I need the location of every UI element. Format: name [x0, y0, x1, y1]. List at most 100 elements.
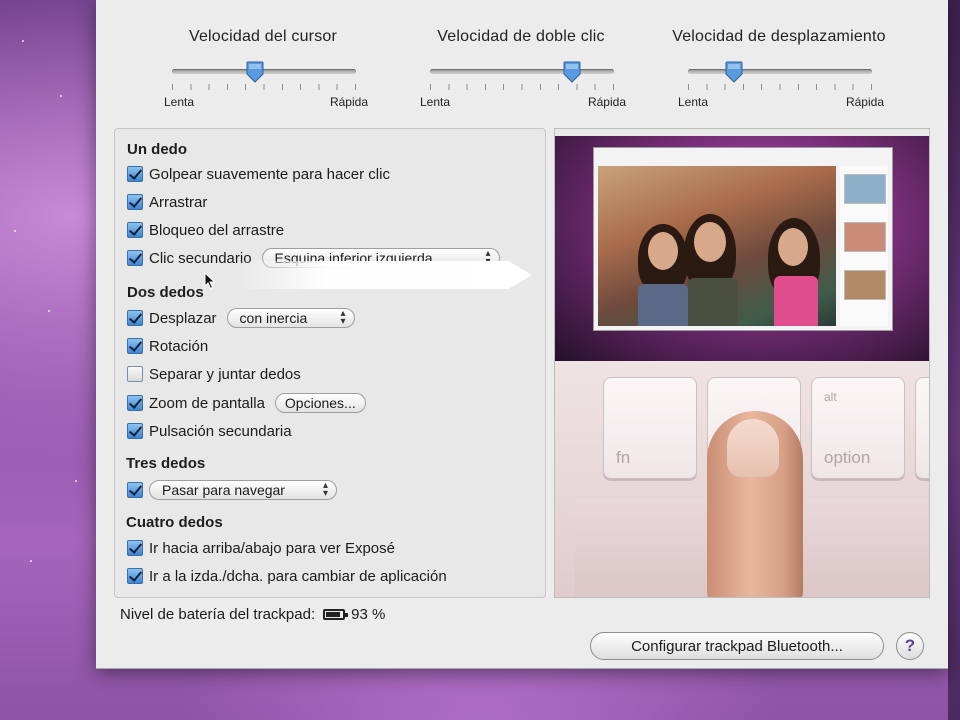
option-label: Rotación [149, 337, 209, 355]
photo-figure [638, 284, 688, 326]
option-label: Ir hacia arriba/abajo para ver Exposé [149, 539, 395, 557]
key-partial [915, 377, 929, 479]
help-button[interactable]: ? [896, 632, 924, 660]
slider-knob[interactable] [725, 61, 743, 83]
checkbox[interactable] [127, 310, 143, 326]
key-label: alt [824, 390, 837, 404]
slider-knob[interactable] [246, 61, 264, 83]
configure-bluetooth-trackpad-button[interactable]: Configurar trackpad Bluetooth... [590, 632, 884, 660]
option-expose[interactable]: Ir hacia arriba/abajo para ver Exposé [127, 537, 395, 559]
preview-thumbnail [844, 174, 886, 204]
preview-photo [598, 166, 836, 326]
checkbox[interactable] [127, 540, 143, 556]
slider-min-label: Lenta [678, 95, 709, 109]
checkbox[interactable] [127, 482, 143, 498]
preview-thumbnail [844, 222, 886, 252]
slider-ticks [430, 84, 614, 90]
battery-status: Nivel de batería del trackpad: 93 % [120, 606, 385, 623]
key-option: alt option [811, 377, 905, 479]
option-secondary-tap[interactable]: Pulsación secundaria [127, 420, 292, 442]
photo-figure [778, 228, 808, 266]
slider-track[interactable] [430, 69, 614, 74]
battery-label: Nivel de batería del trackpad: [120, 606, 316, 623]
popup-value: con inercia [239, 310, 308, 326]
desktop-star [30, 560, 32, 562]
preview-screen [555, 129, 929, 361]
section-title-three-fingers: Tres dedos [126, 455, 206, 472]
section-title-two-fingers: Dos dedos [127, 284, 204, 301]
slider-min-label: Lenta [164, 95, 195, 109]
option-rotate[interactable]: Rotación [127, 335, 208, 357]
popup-arrows-icon: ▴▾ [340, 308, 346, 327]
scroll-popup[interactable]: con inercia ▴ ▾ [226, 308, 355, 328]
trackpad-preferences-window: Velocidad del cursor Lenta Rápida Veloci… [96, 0, 948, 669]
option-label: Golpear suavemente para hacer clic [149, 165, 390, 183]
key-fn: fn [603, 377, 697, 479]
popup-arrows-icon: ▴▾ [322, 480, 328, 499]
slider-title: Velocidad de doble clic [437, 28, 605, 45]
three-finger-popup[interactable]: Pasar para navegar ▴ ▾ [149, 480, 337, 500]
photo-figure [688, 278, 738, 326]
preview-photo-window [593, 147, 893, 331]
checkbox[interactable] [127, 338, 143, 354]
zoom-options-button[interactable]: Opciones... [274, 393, 366, 413]
photo-figure [774, 276, 818, 326]
option-switch-app[interactable]: Ir a la izda./dcha. para cambiar de apli… [127, 565, 447, 587]
gesture-preview-video: fn alt option [554, 128, 930, 598]
option-label: Bloqueo del arrastre [149, 221, 285, 239]
battery-icon [323, 609, 349, 620]
desktop-star [22, 40, 24, 42]
checkbox[interactable] [127, 366, 143, 382]
option-tap-to-click[interactable]: Golpear suavemente para hacer clic [127, 163, 390, 185]
slider-track[interactable] [688, 69, 872, 74]
slider-knob[interactable] [563, 61, 581, 83]
checkbox[interactable] [127, 166, 143, 182]
option-dragging[interactable]: Arrastrar [127, 191, 207, 213]
option-label: Ir a la izda./dcha. para cambiar de apli… [149, 567, 447, 585]
option-three-finger-navigate[interactable]: Pasar para navegar ▴ ▾ [127, 479, 337, 501]
checkbox[interactable] [127, 568, 143, 584]
row-highlight [236, 261, 532, 289]
option-drag-lock[interactable]: Bloqueo del arrastre [127, 219, 284, 241]
photo-figure [694, 222, 726, 262]
desktop-star [48, 310, 50, 312]
option-pinch[interactable]: Separar y juntar dedos [127, 363, 301, 385]
desktop-star [75, 480, 77, 482]
slider-title: Velocidad del cursor [188, 28, 338, 45]
slider-max-label: Rápida [845, 95, 884, 109]
slider-max-label: Rápida [329, 95, 368, 109]
slider-title: Velocidad de desplazamiento [672, 28, 886, 45]
desktop-edge [948, 0, 960, 720]
section-title-four-fingers: Cuatro dedos [126, 514, 223, 531]
fingernail-image [727, 419, 779, 477]
checkbox[interactable] [127, 250, 143, 266]
slider-track[interactable] [172, 69, 356, 74]
photo-figure [648, 232, 678, 270]
desktop-star [14, 230, 16, 232]
mouse-cursor-icon [204, 272, 216, 290]
desktop-star [60, 95, 62, 97]
slider-max-label: Rápida [587, 95, 626, 109]
option-label: Desplazar [149, 309, 217, 327]
preview-thumbnail [844, 270, 886, 300]
key-label: option [824, 448, 871, 467]
checkbox[interactable] [127, 395, 143, 411]
key-label: fn [616, 448, 631, 467]
option-scroll[interactable]: Desplazar con inercia ▴ ▾ [127, 307, 355, 329]
checkbox[interactable] [127, 194, 143, 210]
option-label: Pulsación secundaria [149, 422, 292, 440]
slider-ticks [688, 84, 872, 90]
slider-min-label: Lenta [420, 95, 451, 109]
option-screen-zoom[interactable]: Zoom de pantalla Opciones... [127, 392, 366, 414]
popup-value: Pasar para navegar [162, 482, 285, 498]
option-label: Separar y juntar dedos [149, 365, 301, 383]
preview-menubar [555, 129, 929, 136]
slider-ticks [172, 84, 356, 90]
section-title-one-finger: Un dedo [127, 141, 187, 158]
preview-thumbnails [840, 166, 888, 326]
option-label: Zoom de pantalla [149, 394, 265, 412]
battery-value: 93 % [351, 606, 386, 623]
checkbox[interactable] [127, 222, 143, 238]
checkbox[interactable] [127, 423, 143, 439]
option-label: Arrastrar [149, 193, 208, 211]
